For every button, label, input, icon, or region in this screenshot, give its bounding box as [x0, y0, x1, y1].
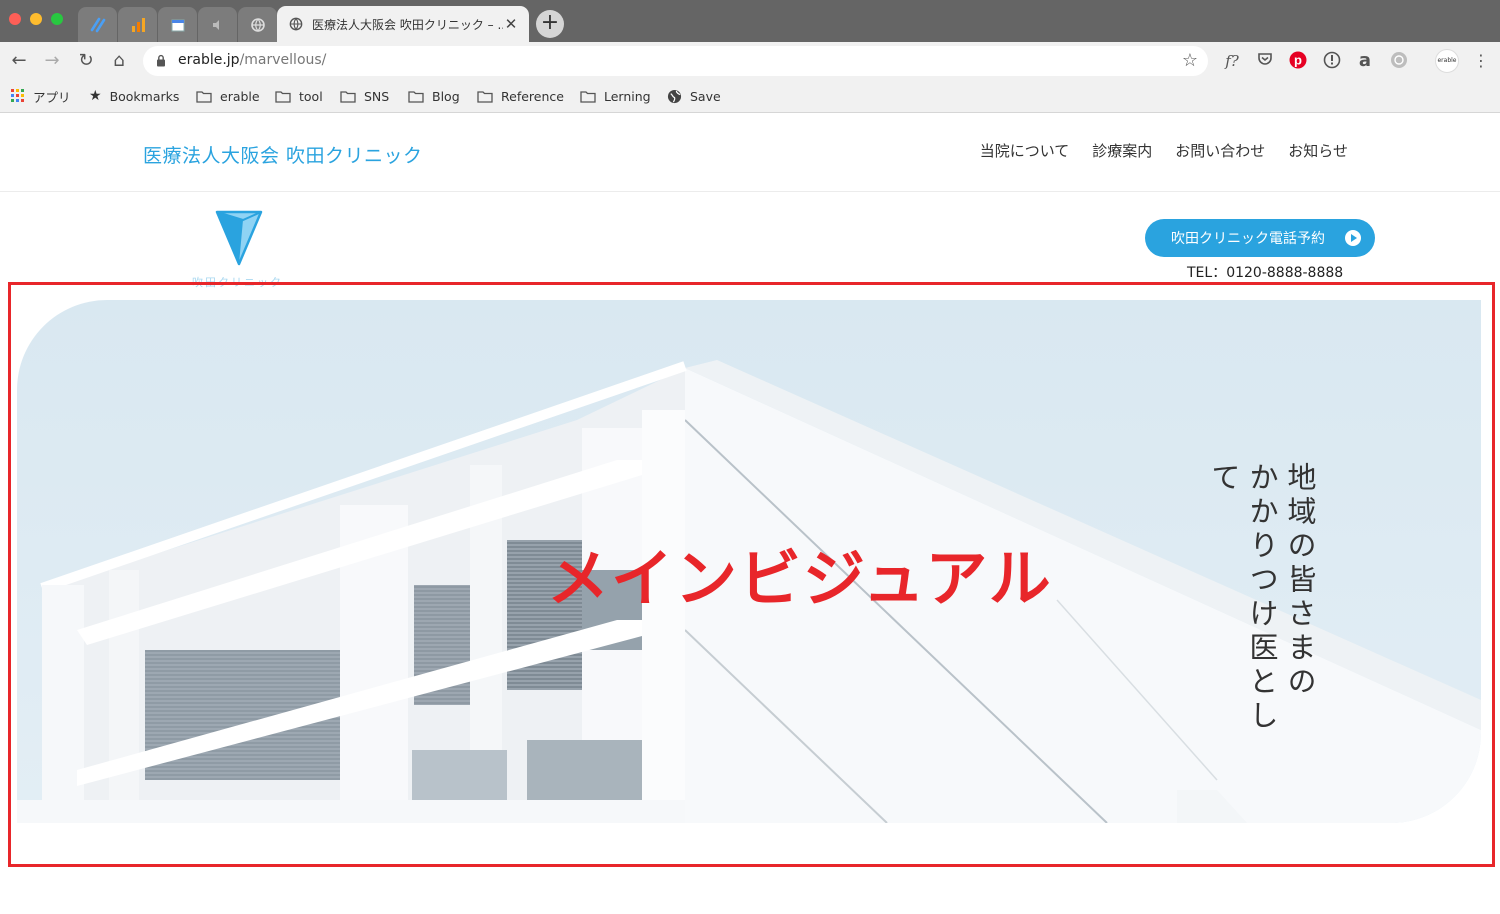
- bookmark-folder-reference[interactable]: Reference: [477, 86, 564, 106]
- svg-text:p: p: [1294, 53, 1302, 68]
- globe-icon: [289, 17, 303, 31]
- forward-icon[interactable]: →: [41, 50, 63, 72]
- bookmark-save[interactable]: Save: [667, 86, 721, 106]
- clinic-logo-icon[interactable]: [213, 206, 265, 266]
- nav-services[interactable]: 診療案内: [1092, 140, 1152, 161]
- bookmark-star-icon[interactable]: ☆: [1182, 50, 1198, 71]
- bookmark-label: Bookmarks: [109, 88, 180, 104]
- play-circle-icon: [1345, 230, 1361, 246]
- bookmark-folder-sns[interactable]: SNS: [340, 86, 389, 106]
- back-icon[interactable]: ←: [8, 50, 30, 72]
- nav-about[interactable]: 当院について: [980, 140, 1070, 161]
- amazon-icon[interactable]: a: [1355, 51, 1375, 71]
- tel-number: TEL：0120-8888-8888: [1187, 265, 1344, 281]
- bookmark-folder-erable[interactable]: erable: [196, 86, 260, 106]
- minimize-window-button[interactable]: [30, 13, 42, 25]
- pinned-tab-3[interactable]: [158, 7, 197, 42]
- bookmark-label: SNS: [364, 88, 390, 104]
- bookmark-folder-lerning[interactable]: Lerning: [580, 86, 651, 106]
- nav-contact[interactable]: お問い合わせ: [1175, 140, 1265, 161]
- url-text: erable.jp/marvellous/: [178, 52, 326, 68]
- pinterest-icon[interactable]: p: [1288, 51, 1308, 71]
- phone-reservation-button[interactable]: 吹田クリニック電話予約: [1145, 219, 1375, 257]
- home-icon[interactable]: ⌂: [108, 50, 130, 72]
- formula-extension-icon[interactable]: f?: [1222, 51, 1242, 71]
- bookmark-label: Save: [690, 88, 721, 104]
- close-tab-icon[interactable]: ✕: [503, 15, 519, 33]
- info-extension-icon[interactable]: [1322, 51, 1342, 71]
- bookmark-label: erable: [220, 88, 260, 104]
- url-path: /marvellous/: [239, 52, 327, 68]
- bookmark-folder-blog[interactable]: Blog: [408, 86, 460, 106]
- gray-extension-icon[interactable]: [1389, 51, 1409, 71]
- pinned-tab-2[interactable]: [118, 7, 157, 42]
- calendar-icon: [171, 19, 184, 31]
- pinned-tab-5[interactable]: [238, 7, 277, 42]
- analytics-icon: [131, 17, 145, 32]
- address-bar[interactable]: erable.jp/marvellous/ ☆: [143, 46, 1208, 76]
- pinned-tab-1[interactable]: [78, 7, 117, 42]
- apps-grid-icon: [11, 89, 24, 102]
- url-host: erable.jp: [178, 52, 240, 68]
- folder-icon: [340, 90, 356, 103]
- browser-tabstrip: 医療法人大阪会 吹田クリニック – ... ✕ +: [0, 0, 1500, 42]
- bookmark-folder-tool[interactable]: tool: [275, 86, 323, 106]
- bookmark-label: アプリ: [33, 89, 71, 105]
- speaker-icon: [212, 19, 219, 30]
- bookmark-label: Reference: [501, 88, 564, 104]
- star-icon: ★: [89, 88, 102, 104]
- reload-icon[interactable]: ↻: [75, 50, 97, 72]
- folder-icon: [477, 90, 493, 103]
- active-tab[interactable]: 医療法人大阪会 吹田クリニック – ... ✕: [277, 6, 529, 42]
- pinned-tab-4[interactable]: [198, 7, 237, 42]
- bookmark-label: tool: [299, 88, 323, 104]
- bookmark-bookmarks[interactable]: ★ Bookmarks: [89, 86, 179, 106]
- lock-icon: [157, 54, 165, 67]
- bookmark-label: Lerning: [604, 88, 651, 104]
- globe-icon: [250, 17, 265, 32]
- nav-news[interactable]: お知らせ: [1288, 140, 1348, 161]
- annotation-outline: [8, 282, 1495, 867]
- close-window-button[interactable]: [9, 13, 21, 25]
- site-header: 医療法人大阪会 吹田クリニック 当院について 診療案内 お問い合わせ お知らせ: [0, 114, 1500, 192]
- browser-toolbar: ← → ↻ ⌂ erable.jp/marvellous/ ☆ f? p a e…: [0, 42, 1500, 80]
- site-title[interactable]: 医療法人大阪会 吹田クリニック: [143, 141, 423, 168]
- menu-kebab-icon[interactable]: ⋮: [1471, 51, 1491, 71]
- globe-icon: [667, 89, 682, 103]
- folder-icon: [275, 90, 291, 103]
- bookmark-label: Blog: [432, 88, 460, 104]
- global-nav: 当院について 診療案内 お問い合わせ お知らせ: [980, 140, 1348, 161]
- tab-title: 医療法人大阪会 吹田クリニック – ...: [312, 17, 503, 32]
- folder-icon: [196, 90, 212, 103]
- bookmark-apps[interactable]: アプリ: [11, 86, 71, 106]
- maximize-window-button[interactable]: [51, 13, 63, 25]
- slash-app-icon: [90, 17, 105, 32]
- folder-icon: [580, 90, 596, 103]
- new-tab-button[interactable]: +: [536, 10, 564, 38]
- profile-avatar[interactable]: erable: [1435, 49, 1459, 73]
- pocket-icon[interactable]: [1255, 51, 1275, 71]
- bookmarks-bar: アプリ ★ Bookmarks erable tool SNS Blog Ref…: [0, 80, 1500, 113]
- folder-icon: [408, 90, 424, 103]
- phone-reservation-label: 吹田クリニック電話予約: [1171, 231, 1325, 247]
